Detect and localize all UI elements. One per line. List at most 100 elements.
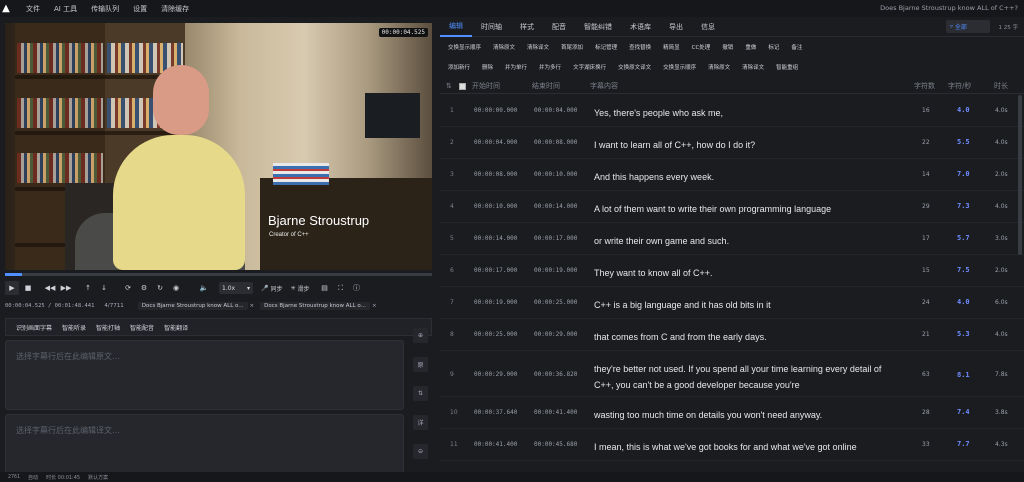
tab-smart-correct[interactable]: 智能纠错: [575, 17, 621, 37]
lower-third-name: Bjarne Stroustrup: [268, 213, 370, 228]
note-button[interactable]: 备注: [791, 43, 802, 51]
fast-forward-icon[interactable]: ▶▶: [59, 281, 73, 295]
swap-order-button[interactable]: 交换显示顺序: [448, 43, 481, 51]
tab-timeline[interactable]: 时间轴: [472, 17, 511, 37]
subtitle-icon[interactable]: ▤: [318, 281, 332, 295]
clear-translation-button[interactable]: 清除译文: [527, 43, 549, 51]
refresh-icon[interactable]: ↻: [153, 281, 167, 295]
merge-multi-line-button[interactable]: 并为多行: [539, 63, 561, 71]
video-timecode: 00:00:04.525: [378, 28, 428, 37]
undo-button[interactable]: 撤销: [722, 43, 733, 51]
zoom-in-icon[interactable]: ⊕: [413, 328, 428, 343]
swap-icon[interactable]: ⇅: [413, 386, 428, 401]
rewind-icon[interactable]: ◀◀: [43, 281, 57, 295]
end-time: 00:00:25.000: [534, 299, 578, 306]
table-row[interactable]: 6 00:00:17.000 00:00:19.000 They want to kn…: [440, 255, 1024, 287]
duration: 2.0s: [995, 267, 1008, 274]
translation-editor[interactable]: 选择字幕行后在此编辑译文...: [5, 414, 404, 480]
end-time: 00:00:10.000: [534, 171, 578, 178]
swap-source-translation-button[interactable]: 交换原文译文: [618, 63, 651, 71]
table-row[interactable]: 4 00:00:10.000 00:00:14.000 A lot of them w…: [440, 191, 1024, 223]
tab-dubbing[interactable]: 配音: [543, 17, 575, 37]
swap-display-order-button[interactable]: 交换显示顺序: [663, 63, 696, 71]
media-tab[interactable]: Docs Bjarne Stroustrup know ALL o...: [137, 302, 248, 310]
tab-style[interactable]: 样式: [511, 17, 543, 37]
menu-file[interactable]: 文件: [26, 4, 40, 14]
loop-icon[interactable]: ⟳: [121, 281, 135, 295]
close-icon[interactable]: ×: [250, 303, 255, 309]
smart-timing-button[interactable]: 智能打轴: [96, 323, 120, 332]
menu-settings[interactable]: 设置: [133, 4, 147, 14]
menu-clear-cache[interactable]: 清除缓存: [161, 4, 189, 14]
mark-in-icon[interactable]: ↑: [81, 281, 95, 295]
header-start[interactable]: 开始时间: [472, 81, 500, 91]
step-toggle[interactable]: 滑步: [298, 284, 310, 293]
delete-button[interactable]: 删除: [482, 63, 493, 71]
header-chars[interactable]: 字符数: [914, 81, 935, 91]
header-duration[interactable]: 时长: [994, 81, 1008, 91]
sync-toggle[interactable]: 同步: [270, 284, 282, 293]
redo-button[interactable]: 重做: [745, 43, 756, 51]
status-duration: 时长 00:01:45: [46, 474, 81, 481]
table-row[interactable]: 2 00:00:04.000 00:00:08.000 I want to learn…: [440, 127, 1024, 159]
zoom-out-icon[interactable]: ⊖: [413, 444, 428, 459]
clear-source-button-2[interactable]: 清除原文: [708, 63, 730, 71]
source-editor[interactable]: 选择字幕行后在此编辑原文...: [5, 340, 404, 410]
find-replace-button[interactable]: 查找替换: [629, 43, 651, 51]
table-row[interactable]: 7 00:00:19.000 00:00:25.000 C++ is a big la…: [440, 287, 1024, 319]
playback-progress[interactable]: [5, 273, 432, 276]
header-cps[interactable]: 字符/秒: [948, 81, 971, 91]
volume-icon[interactable]: 🔈: [197, 281, 211, 295]
add-row-button[interactable]: 添加新行: [448, 63, 470, 71]
table-row[interactable]: 1 00:00:00.000 00:00:04.000 Yes, there's pe…: [440, 95, 1024, 127]
tab-glossary[interactable]: 术语库: [621, 17, 660, 37]
header-content[interactable]: 字幕内容: [590, 81, 618, 91]
clear-translation-button-2[interactable]: 清除译文: [742, 63, 764, 71]
cc-process-button[interactable]: CC处理: [692, 43, 711, 51]
table-row[interactable]: 11 00:00:41.400 00:00:45.680 I mean, this i…: [440, 429, 1024, 461]
smart-transcribe-button[interactable]: 智能听录: [62, 323, 86, 332]
select-all-checkbox[interactable]: [458, 82, 466, 90]
tab-export[interactable]: 导出: [660, 17, 692, 37]
speed-select[interactable]: 1.0x ▾: [219, 282, 253, 294]
stop-icon[interactable]: ■: [21, 281, 35, 295]
play-icon[interactable]: ▶: [5, 281, 19, 295]
table-row[interactable]: 10 00:00:37.640 00:00:41.400 wasting too mu…: [440, 397, 1024, 429]
media-tab[interactable]: Docs Bjarne Stroustrup know ALL o...: [260, 302, 370, 310]
smart-translate-button[interactable]: 智能翻译: [164, 323, 188, 332]
microphone-icon: 🎤: [261, 284, 269, 292]
table-row[interactable]: 3 00:00:08.000 00:00:10.000 And this happen…: [440, 159, 1024, 191]
scrollbar[interactable]: [1018, 95, 1022, 255]
merge-single-line-button[interactable]: 并为单行: [505, 63, 527, 71]
smart-dubbing-button[interactable]: 智能配音: [130, 323, 154, 332]
fullscreen-icon[interactable]: ⛶: [334, 281, 348, 295]
detail-side-button[interactable]: 详: [413, 415, 428, 430]
filter-select[interactable]: ▿ 全部: [946, 20, 990, 33]
mark-manage-button[interactable]: 标记管理: [595, 43, 617, 51]
table-row[interactable]: 5 00:00:14.000 00:00:17.000 or write their …: [440, 223, 1024, 255]
menu-transfer-queue[interactable]: 传输队列: [91, 4, 119, 14]
table-row[interactable]: 9 00:00:29.000 00:00:36.820 they're better …: [440, 351, 1024, 397]
close-icon[interactable]: ×: [372, 303, 377, 309]
status-preset[interactable]: 默认方案: [88, 474, 108, 481]
tab-info[interactable]: 信息: [692, 17, 724, 37]
smart-regroup-button[interactable]: 智能重组: [776, 63, 798, 71]
settings-gear-icon[interactable]: ⚙: [137, 281, 151, 295]
tab-edit[interactable]: 编辑: [440, 17, 472, 37]
shield-icon[interactable]: ◉: [169, 281, 183, 295]
info-icon[interactable]: ⓘ: [350, 281, 364, 295]
add-head-tail-button[interactable]: 首尾添加: [561, 43, 583, 51]
text-wrap-button[interactable]: 文字湖床换行: [573, 63, 606, 71]
mark-button[interactable]: 标记: [768, 43, 779, 51]
clear-source-button[interactable]: 清除原文: [493, 43, 515, 51]
video-player[interactable]: 00:00:04.525 Bjarne Stroustrup Creator o…: [5, 23, 432, 270]
table-row[interactable]: 8 00:00:25.000 00:00:29.000 that comes from…: [440, 319, 1024, 351]
mark-out-icon[interactable]: ↓: [97, 281, 111, 295]
menu-ai-tools[interactable]: AI 工具: [54, 4, 77, 14]
source-side-button[interactable]: 原: [413, 357, 428, 372]
header-end[interactable]: 结束时间: [532, 81, 560, 91]
lower-third-role: Creator of C++: [269, 232, 309, 238]
simplify-button[interactable]: 精简显: [663, 43, 680, 51]
recognize-screen-subtitles-button[interactable]: 识别画面字幕: [16, 323, 52, 332]
subtitle-panel: 编辑 时间轴 样式 配音 智能纠错 术语库 导出 信息 ▿ 全部 1 25 字 …: [440, 17, 1024, 472]
